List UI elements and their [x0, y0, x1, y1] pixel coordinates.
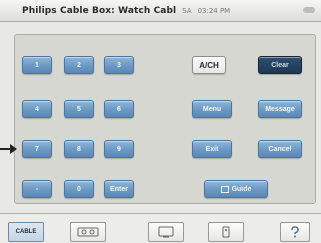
key-8[interactable]: 8	[64, 140, 94, 158]
pointer-arrow-icon	[0, 144, 17, 154]
title-bar: Philips Cable Box: Watch Cabl SA 03:24 P…	[0, 0, 321, 22]
tab-cable[interactable]: CABLE	[8, 222, 44, 242]
menu-button[interactable]: Menu	[192, 100, 232, 118]
menu-handle-icon[interactable]	[303, 7, 315, 13]
cancel-button[interactable]: Cancel	[258, 140, 302, 158]
signal-indicator: SA	[182, 6, 192, 15]
vcr-icon	[77, 227, 99, 237]
key-dash[interactable]: -	[22, 180, 52, 198]
guide-button[interactable]: Guide	[204, 180, 268, 198]
message-button[interactable]: Message	[258, 100, 302, 118]
key-3[interactable]: 3	[104, 56, 134, 74]
window-title: Philips Cable Box: Watch Cabl	[22, 5, 177, 16]
cable-remote-screen: Philips Cable Box: Watch Cabl SA 03:24 P…	[0, 0, 321, 243]
tab-tv[interactable]	[148, 222, 184, 242]
guide-icon	[220, 185, 229, 193]
clock: 03:24 PM	[197, 6, 231, 15]
help-icon	[291, 226, 299, 238]
ach-button[interactable]: A/CH	[192, 56, 226, 74]
key-0[interactable]: 0	[64, 180, 94, 198]
key-1[interactable]: 1	[22, 56, 52, 74]
tab-remote[interactable]	[208, 222, 244, 242]
tab-help[interactable]	[280, 222, 310, 242]
clear-button[interactable]: Clear	[258, 56, 302, 74]
tv-icon	[158, 226, 174, 238]
tab-vcr[interactable]	[70, 222, 106, 242]
key-2[interactable]: 2	[64, 56, 94, 74]
exit-button[interactable]: Exit	[192, 140, 232, 158]
remote-icon	[222, 226, 230, 238]
guide-label: Guide	[231, 185, 252, 193]
device-tab-bar: CABLE	[0, 213, 321, 243]
key-7[interactable]: 7	[22, 140, 52, 158]
enter-button[interactable]: Enter	[104, 180, 134, 198]
cable-box-icon: CABLE	[15, 229, 37, 235]
key-6[interactable]: 6	[104, 100, 134, 118]
key-4[interactable]: 4	[22, 100, 52, 118]
key-5[interactable]: 5	[64, 100, 94, 118]
key-9[interactable]: 9	[104, 140, 134, 158]
